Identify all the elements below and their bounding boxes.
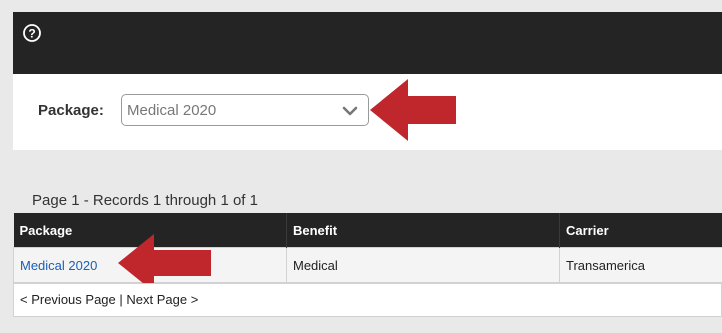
cell-benefit: Medical	[286, 247, 560, 283]
package-label: Package:	[38, 102, 104, 119]
package-select-value: Medical 2020	[127, 102, 217, 119]
previous-page-link[interactable]: < Previous Page	[20, 292, 116, 307]
top-header-bar: ?	[13, 12, 722, 74]
column-header-benefit[interactable]: Benefit	[286, 213, 560, 248]
next-page-link[interactable]: Next Page >	[126, 292, 198, 307]
chevron-down-icon	[342, 106, 358, 116]
records-summary: Page 1 - Records 1 through 1 of 1	[32, 192, 258, 209]
svg-text:?: ?	[28, 27, 35, 41]
help-icon[interactable]: ?	[23, 24, 41, 42]
package-link[interactable]: Medical 2020	[20, 258, 97, 273]
annotation-arrow-select	[370, 79, 456, 141]
pager: < Previous Page | Next Page >	[13, 283, 722, 317]
pager-separator: |	[119, 292, 123, 307]
package-select[interactable]: Medical 2020	[121, 94, 369, 126]
cell-carrier: Transamerica	[559, 247, 722, 283]
package-filter-panel: Package: Medical 2020	[13, 74, 722, 150]
column-header-carrier[interactable]: Carrier	[559, 213, 722, 248]
